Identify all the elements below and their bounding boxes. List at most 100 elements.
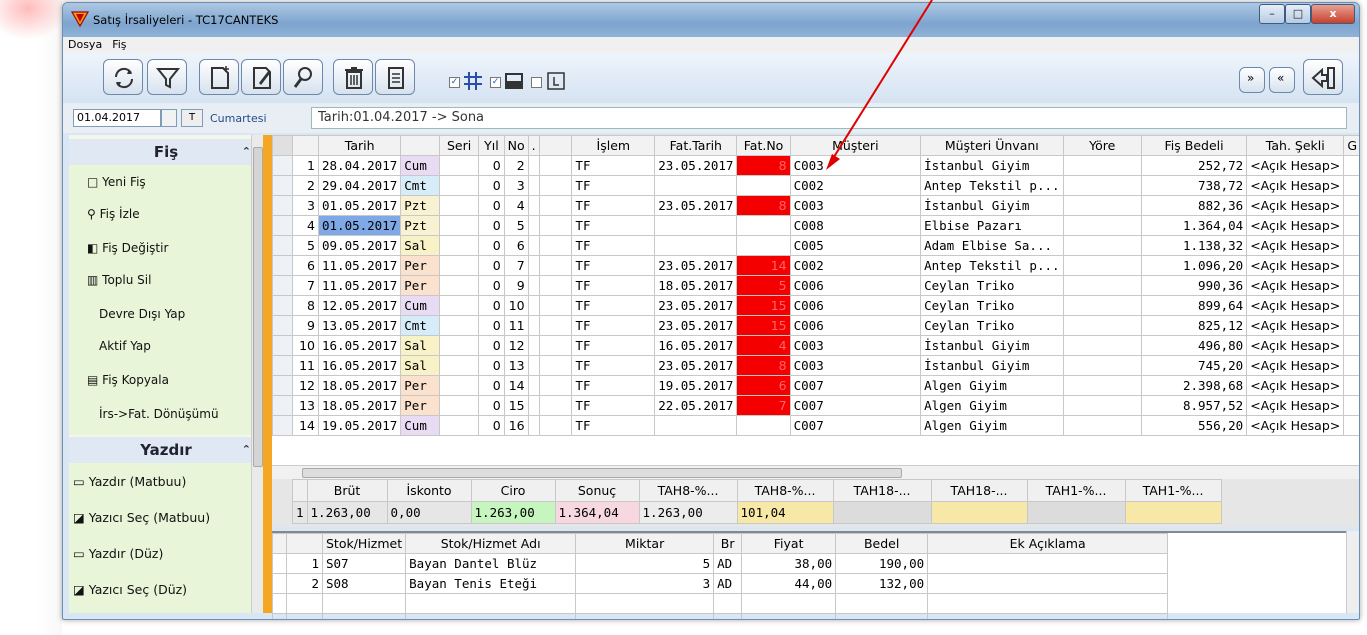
totals-cell	[1124, 501, 1222, 524]
table-row[interactable]: 11 16.05.2017 Sal 0 13 TF 23.05.2017 8 C003 İstan…	[272, 355, 1359, 376]
sidebar-item-aktif-yap[interactable]: Aktif Yap	[69, 331, 263, 361]
table-row[interactable]: 6 11.05.2017 Per 0 7 TF 23.05.2017 14 C002 Antep …	[272, 255, 1359, 276]
customer-code-cell: C003	[789, 195, 922, 216]
amount-cell: 496,80	[1140, 335, 1248, 356]
collapse-all-button[interactable]: «	[1269, 67, 1295, 93]
copy-button[interactable]	[375, 59, 415, 95]
sidebar-scrollbar[interactable]	[251, 135, 263, 613]
minimize-button[interactable]: –	[1259, 4, 1285, 24]
sidebar-group-yazdir: ▭ Yazdır (Matbuu) ◪ Yazıcı Seç (Matbuu) …	[69, 463, 263, 613]
sidebar-item-label: Fiş Kopyala	[102, 373, 169, 387]
dot-cell	[527, 155, 540, 176]
table-row[interactable]: 13 18.05.2017 Per 0 15 TF 22.05.2017 7 C007 Algen…	[272, 395, 1359, 416]
line-item-row[interactable]: 1 S07 Bayan Dantel Blüz 5 AD 38,00 190,00	[272, 553, 1169, 574]
region-cell	[1062, 275, 1142, 296]
extra-cell	[1343, 395, 1359, 416]
column-header[interactable]: Fiş Bedeli	[1140, 135, 1248, 156]
search-button[interactable]	[283, 59, 323, 95]
label-checkbox[interactable]	[531, 77, 542, 88]
exit-button[interactable]	[1303, 59, 1343, 95]
table-row[interactable]: 1 28.04.2017 Cum 0 2 TF 23.05.2017 8 C003 İstanbu…	[272, 155, 1359, 176]
column-header[interactable]: Tah. Şekli	[1246, 135, 1345, 156]
totals-cell	[930, 501, 1028, 524]
table-row[interactable]: 12 18.05.2017 Per 0 14 TF 19.05.2017 6 C007 Algen…	[272, 375, 1359, 396]
new-document-button[interactable]	[199, 59, 239, 95]
table-row[interactable]: 9 13.05.2017 Cmt 0 11 TF 23.05.2017 15 C006 Ceyla…	[272, 315, 1359, 336]
empty-cell	[713, 593, 743, 614]
sidebar-scroll-thumb[interactable]	[253, 147, 263, 467]
table-row[interactable]: 2 29.04.2017 Cmt 0 3 TF C002 Antep Tekstil p...…	[272, 175, 1359, 196]
column-header[interactable]: Müşteri Ünvanı	[920, 135, 1064, 156]
amount-cell: 1.138,32	[1140, 235, 1248, 256]
refresh-button[interactable]	[103, 59, 143, 95]
date-input[interactable]: 01.04.2017	[73, 109, 161, 127]
extra-cell	[1343, 355, 1359, 376]
totals-column-header: TAH1-%...	[1124, 479, 1222, 502]
sidebar-header-fis[interactable]: Fiş ⌃	[69, 139, 263, 165]
column-header[interactable]	[400, 135, 441, 156]
totals-row[interactable]: 1 1.263,00 0,00 1.263,00 1.364,04 1.263,00 101…	[292, 501, 1222, 524]
sidebar-item-fis-kopyala[interactable]: ▤ Fiş Kopyala	[69, 365, 263, 395]
table-row[interactable]: 7 11.05.2017 Per 0 9 TF 18.05.2017 5 C006 Ceylan …	[272, 275, 1359, 296]
menu-dosya[interactable]: Dosya	[63, 37, 107, 53]
sidebar-item-fis-izle[interactable]: ⚲ Fiş İzle	[69, 199, 263, 229]
invoice-date-cell: 23.05.2017	[654, 155, 738, 176]
sidebar-item-yazici-sec-duz[interactable]: ◪ Yazıcı Seç (Düz)	[69, 575, 263, 605]
table-row[interactable]: 8 12.05.2017 Cum 0 10 TF 23.05.2017 15 C006 Ceyla…	[272, 295, 1359, 316]
row-indicator	[272, 573, 287, 594]
column-header[interactable]: Fat.Tarih	[654, 135, 738, 156]
empty-cell	[927, 593, 1169, 614]
grid-horizontal-scrollbar[interactable]	[272, 465, 1359, 479]
sidebar-item-devre-disi[interactable]: Devre Dışı Yap	[69, 299, 263, 329]
today-button[interactable]: T	[181, 109, 203, 127]
grid-checkbox[interactable]: ✓	[449, 77, 460, 88]
column-header[interactable]: İşlem	[571, 135, 656, 156]
table-row[interactable]: 4 01.05.2017 Pzt 0 5 TF C008 Elbise Pazarı 1.364…	[272, 215, 1359, 236]
menu-fis[interactable]: Fiş	[107, 37, 131, 53]
sidebar-item-fis-degistir[interactable]: ◧ Fiş Değiştir	[69, 233, 263, 263]
sidebar-item-toplu-sil[interactable]: ▥ Toplu Sil	[69, 265, 263, 295]
dot-cell	[527, 215, 540, 236]
column-header[interactable]: Yıl	[478, 135, 505, 156]
date-spinner[interactable]	[161, 109, 177, 127]
sidebar-item-label: Yazdır (Düz)	[88, 546, 164, 561]
table-row[interactable]: 5 09.05.2017 Sal 0 6 TF C005 Adam Elbise Sa... 1…	[272, 235, 1359, 256]
year-cell: 0	[478, 375, 505, 396]
splitter-bar[interactable]	[263, 135, 272, 613]
amount-cell: 899,64	[1140, 295, 1248, 316]
table-row[interactable]: 10 16.05.2017 Sal 0 12 TF 16.05.2017 4 C003 İstan…	[272, 335, 1359, 356]
edit-document-button[interactable]	[241, 59, 281, 95]
sidebar-item-irs-fat-donusumu[interactable]: İrs->Fat. Dönüşümü	[69, 399, 263, 429]
refresh-icon	[114, 67, 134, 89]
sidebar-item-yazdir-duz[interactable]: ▭ Yazdır (Düz)	[69, 539, 263, 569]
expand-all-button[interactable]: »	[1239, 67, 1265, 93]
day-name: Cumartesi	[210, 112, 267, 125]
sidebar-item-yazdir-matbuu[interactable]: ▭ Yazdır (Matbuu)	[69, 467, 263, 497]
column-header[interactable]: No	[503, 135, 529, 156]
column-header[interactable]: Tarih	[317, 135, 402, 156]
delete-button[interactable]	[333, 59, 373, 95]
year-cell: 0	[478, 415, 505, 436]
column-header[interactable]: .	[527, 135, 540, 156]
maximize-button[interactable]: □	[1285, 4, 1311, 24]
filter-button[interactable]	[147, 59, 187, 95]
line-items-scrollbar[interactable]	[1346, 531, 1359, 613]
amount-cell: 1.364,04	[1140, 215, 1248, 236]
totals-cell: 1.263,00	[470, 501, 556, 524]
close-button[interactable]: x	[1311, 4, 1355, 24]
amount-cell: 825,12	[1140, 315, 1248, 336]
number-cell: 9	[503, 275, 529, 296]
grid-scroll-thumb[interactable]	[302, 468, 902, 478]
panel-checkbox[interactable]: ✓	[490, 77, 501, 88]
column-header[interactable]: Yöre	[1062, 135, 1142, 156]
table-row[interactable]: 3 01.05.2017 Pzt 0 4 TF 23.05.2017 8 C003 İstanbu…	[272, 195, 1359, 216]
line-item-row[interactable]: 2 S08 Bayan Tenis Eteği 3 AD 44,00 132,00	[272, 573, 1169, 594]
column-header[interactable]: Fat.No	[736, 135, 791, 156]
column-header[interactable]: Seri	[439, 135, 480, 156]
table-row[interactable]: 14 19.05.2017 Cum 0 16 TF C007 Algen Giyim 556,2…	[272, 415, 1359, 436]
sidebar-header-yazdir[interactable]: Yazdır ⌃	[69, 437, 263, 463]
sidebar-item-yeni-fis[interactable]: □ Yeni Fiş	[69, 167, 263, 197]
column-header[interactable]: Müşteri	[789, 135, 922, 156]
column-header[interactable]: G	[1343, 135, 1359, 156]
sidebar-item-yazici-sec-matbuu[interactable]: ◪ Yazıcı Seç (Matbuu)	[69, 503, 263, 533]
